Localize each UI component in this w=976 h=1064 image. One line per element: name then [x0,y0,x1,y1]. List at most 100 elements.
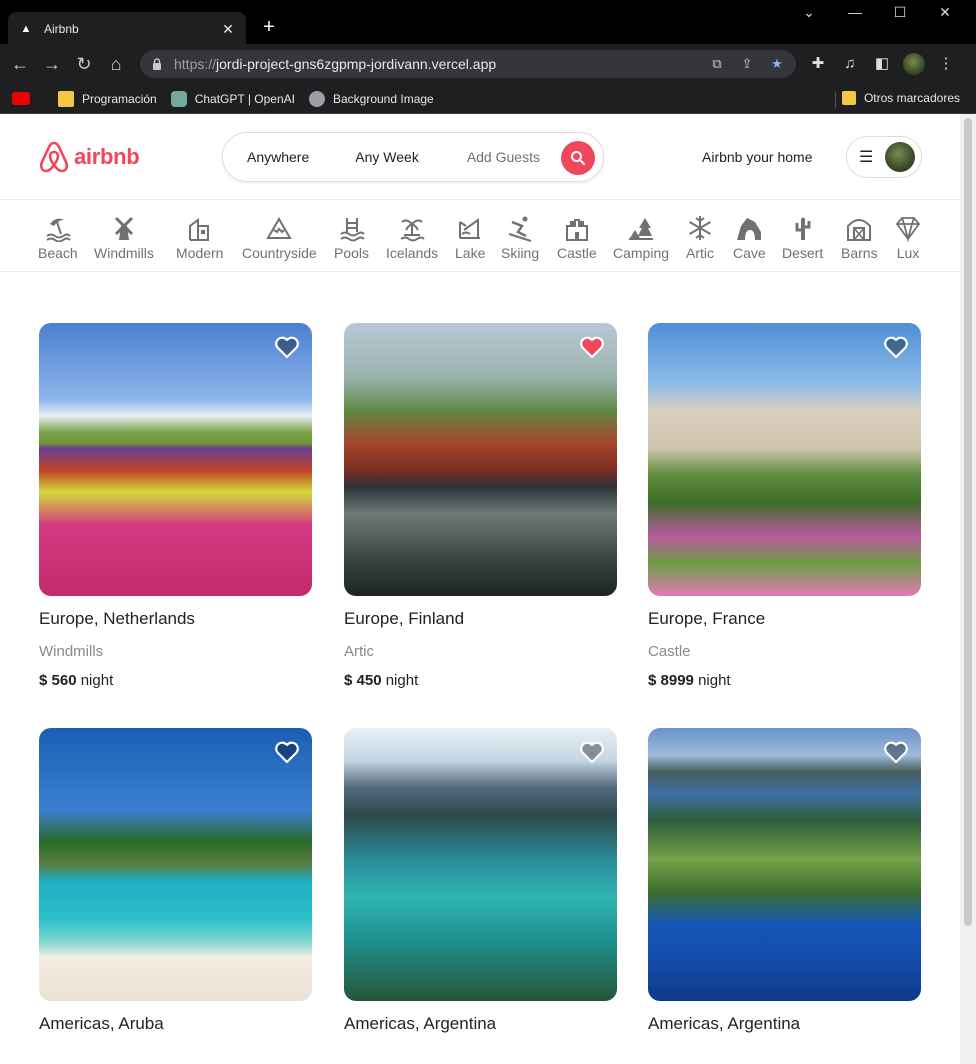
listing-photo[interactable] [344,323,617,596]
listing-price: $ 8999 night [648,672,731,689]
openai-icon [170,90,187,107]
browser-tab-bar: ▲ Airbnb ✕ + ⌄ — ☐ ✕ [0,0,976,46]
folder-icon [841,91,856,105]
search-anywhere[interactable]: Anywhere [223,149,309,165]
favorite-heart-icon[interactable] [579,335,605,359]
bookmark-programacion[interactable]: Programación [58,90,157,107]
listing-card[interactable]: Americas, Argentina [344,728,617,1034]
address-bar[interactable]: https://jordi-project-gns6zgpmp-jordivan… [140,50,796,78]
category-lake[interactable]: Lake [455,214,485,261]
favorite-heart-icon[interactable] [579,740,605,764]
logo-text: airbnb [74,144,140,169]
listing-location: Europe, Finland [344,609,465,628]
favorite-heart-icon[interactable] [274,740,300,764]
forward-icon[interactable]: → [40,52,64,76]
category-icelands[interactable]: Icelands [386,214,438,261]
mountain-icon [266,217,293,239]
search-any-week[interactable]: Any Week [309,149,419,165]
airbnb-logo[interactable]: airbnb [38,140,140,174]
maximize-icon[interactable]: ☐ [885,4,915,24]
page-scrollbar[interactable] [960,114,976,1064]
listing-card[interactable]: Americas, Argentina [648,728,921,1034]
category-camping[interactable]: Camping [613,214,669,261]
listing-location: Europe, Netherlands [39,609,195,628]
reload-icon[interactable]: ↻ [72,52,96,76]
bookmarks-bar: Programación ChatGPT | OpenAI Background… [0,84,976,114]
category-modern[interactable]: Modern [176,214,223,261]
pool-icon [339,218,365,242]
modern-house-icon [188,218,209,241]
category-beach[interactable]: Beach [38,214,78,261]
listing-category: Windmills [39,643,104,660]
listing-card[interactable]: Europe, Netherlands Windmills $ 560 nigh… [39,323,312,689]
category-desert[interactable]: Desert [782,214,823,261]
tab-close-icon[interactable]: ✕ [220,21,236,38]
folder-icon [58,90,74,107]
tab-search-icon[interactable]: ⌄ [794,4,824,24]
category-cave[interactable]: Cave [733,214,766,261]
windmill-icon [114,216,133,240]
host-link[interactable]: Airbnb your home [702,149,813,165]
listing-photo[interactable] [344,728,617,1001]
tab-title: Airbnb [44,22,79,36]
airbnb-logo-icon [39,141,69,173]
bookmark-star-icon[interactable]: ★ [768,55,786,73]
favorite-heart-icon[interactable] [883,740,909,764]
search-add-guests[interactable]: Add Guests [419,149,540,165]
minimize-icon[interactable]: — [840,4,870,24]
listing-location: Europe, France [648,609,766,628]
hamburger-menu-icon: ☰ [859,149,874,166]
listing-photo[interactable] [39,323,312,596]
home-icon[interactable]: ⌂ [104,52,128,76]
listing-location: Americas, Argentina [648,1014,801,1033]
listing-card[interactable]: Americas, Aruba [39,728,312,1034]
listing-card[interactable]: Europe, Finland Artic $ 450 night [344,323,617,689]
category-barns[interactable]: Barns [841,214,878,261]
side-panel-icon[interactable]: ◧ [872,54,892,74]
listing-photo[interactable] [39,728,312,1001]
url-text[interactable]: https://jordi-project-gns6zgpmp-jordivan… [174,56,696,72]
listing-location: Americas, Aruba [39,1014,164,1033]
profile-avatar[interactable] [903,53,925,75]
category-pools[interactable]: Pools [334,214,369,261]
site-header: airbnb Anywhere Any Week Add Guests Airb… [0,114,960,200]
diamond-icon [895,217,921,242]
extensions-icon[interactable]: ✚ [808,54,828,74]
listing-price: $ 560 night [39,672,114,689]
search-bar[interactable]: Anywhere Any Week Add Guests [222,132,604,182]
user-menu-button[interactable]: ☰ [846,136,922,178]
back-icon[interactable]: ← [8,52,32,76]
browser-tab[interactable]: ▲ Airbnb ✕ [8,12,246,46]
category-skiing[interactable]: Skiing [501,214,539,261]
search-button[interactable] [561,141,595,175]
share-icon[interactable]: ⇪ [738,55,756,73]
listing-price: $ 450 night [344,672,419,689]
category-lux[interactable]: Lux [894,214,922,261]
media-control-icon[interactable]: ♫ [840,54,860,74]
translate-icon[interactable]: ⧉ [708,55,726,73]
category-windmills[interactable]: Windmills [94,214,154,261]
category-castle[interactable]: Castle [557,214,597,261]
favorite-heart-icon[interactable] [883,335,909,359]
new-tab-button[interactable]: + [258,16,280,38]
bookmark-background-image[interactable]: Background Image [308,90,434,107]
youtube-icon [12,92,30,105]
bookmark-chatgpt[interactable]: ChatGPT | OpenAI [170,90,295,107]
listing-photo[interactable] [648,728,921,1001]
beach-icon [46,218,71,242]
cactus-icon [795,217,811,240]
camping-icon [629,218,654,240]
user-avatar [885,142,916,172]
window-close-icon[interactable]: ✕ [930,4,960,24]
category-artic[interactable]: Artic [686,214,714,261]
other-bookmarks[interactable]: Otros marcadores [841,91,960,105]
airbnb-page: airbnb Anywhere Any Week Add Guests Airb… [0,114,960,1064]
airbnb-favicon-icon: ▲ [20,23,32,35]
menu-kebab-icon[interactable]: ⋮ [936,54,956,74]
category-countryside[interactable]: Countryside [242,214,317,261]
listing-photo[interactable] [648,323,921,596]
scrollbar-thumb[interactable] [964,118,972,926]
favorite-heart-icon[interactable] [274,335,300,359]
bookmark-youtube[interactable] [12,92,44,105]
listing-card[interactable]: Europe, France Castle $ 8999 night [648,323,921,689]
